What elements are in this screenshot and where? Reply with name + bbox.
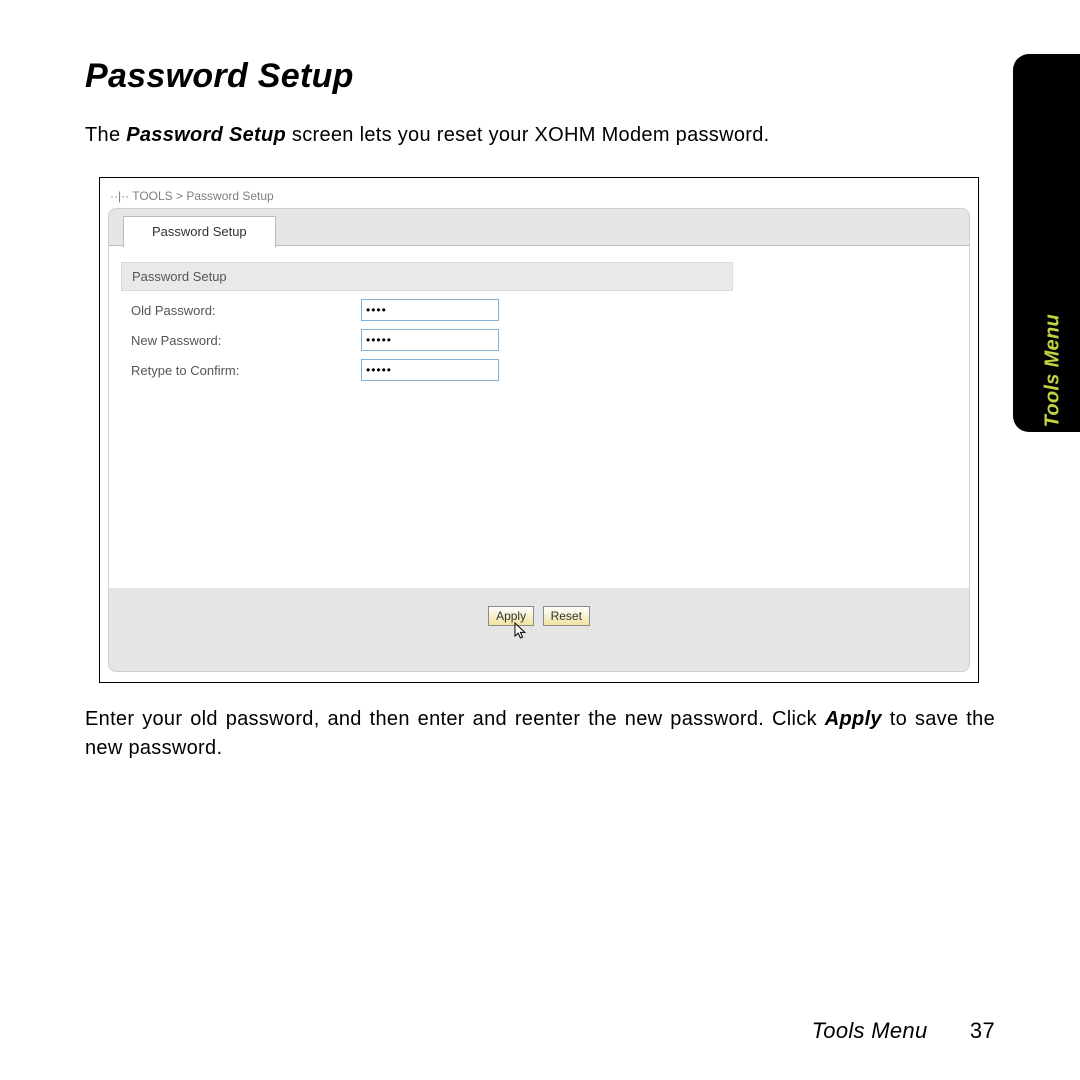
page-footer: Tools Menu 37: [812, 1018, 995, 1044]
row-retype-password: Retype to Confirm:: [121, 359, 711, 381]
reset-button[interactable]: Reset: [543, 606, 590, 626]
form-area: Password Setup Old Password: New Passwor…: [109, 245, 969, 588]
panel: Password Setup Password Setup Old Passwo…: [108, 208, 970, 672]
apply-button[interactable]: Apply: [488, 606, 534, 626]
intro-paragraph: The Password Setup screen lets you reset…: [85, 124, 995, 147]
page-heading: Password Setup: [85, 57, 995, 96]
new-password-input[interactable]: [361, 329, 499, 351]
row-new-password: New Password:: [121, 329, 711, 351]
outro-prefix: Enter your old password, and then enter …: [85, 708, 825, 730]
retype-password-input[interactable]: [361, 359, 499, 381]
intro-bold: Password Setup: [126, 124, 286, 146]
row-old-password: Old Password:: [121, 299, 711, 321]
screenshot-frame: ··|·· TOOLS > Password Setup Password Se…: [99, 177, 979, 683]
section-title: Password Setup: [121, 262, 733, 291]
side-tab-label: Tools Menu: [1041, 314, 1064, 427]
side-tab: Tools Menu: [1013, 54, 1080, 432]
cursor-icon: [514, 622, 528, 640]
label-retype-password: Retype to Confirm:: [121, 363, 361, 378]
intro-prefix: The: [85, 124, 126, 146]
tabstrip: Password Setup: [109, 209, 969, 245]
intro-suffix: screen lets you reset your XOHM Modem pa…: [286, 124, 769, 146]
outro-paragraph: Enter your old password, and then enter …: [85, 705, 995, 763]
label-new-password: New Password:: [121, 333, 361, 348]
button-bar: Apply Reset: [109, 588, 969, 626]
label-old-password: Old Password:: [121, 303, 361, 318]
old-password-input[interactable]: [361, 299, 499, 321]
tab-password-setup[interactable]: Password Setup: [123, 216, 276, 248]
footer-page: 37: [970, 1018, 995, 1043]
footer-section: Tools Menu: [812, 1018, 928, 1043]
breadcrumb: ··|·· TOOLS > Password Setup: [108, 183, 970, 208]
outro-bold: Apply: [825, 708, 882, 730]
